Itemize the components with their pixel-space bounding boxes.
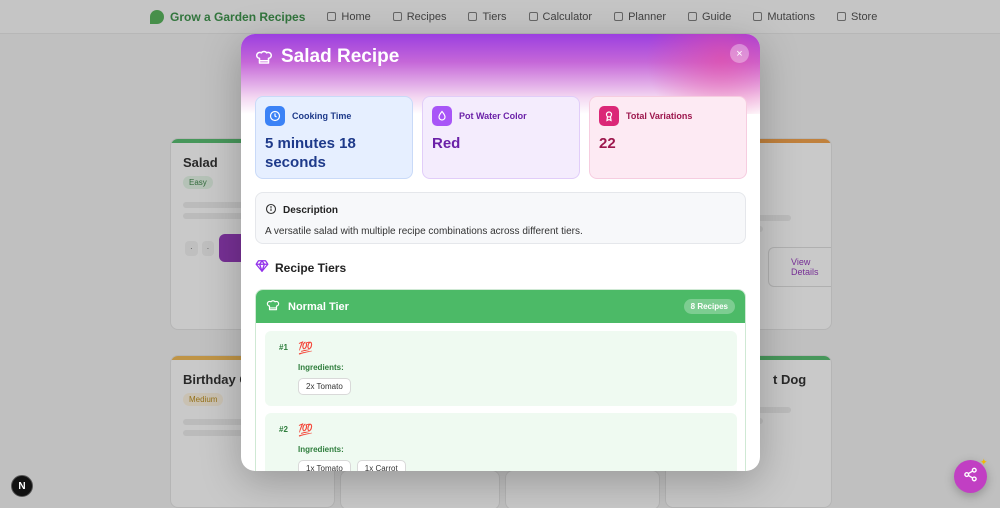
modal-title: Salad Recipe	[255, 46, 399, 68]
recipe-count-badge: 8 Recipes	[683, 299, 735, 314]
hundred-points-icon: 💯	[298, 423, 313, 437]
close-button[interactable]: ×	[730, 44, 749, 63]
total-variations-value: 22	[599, 135, 616, 152]
chef-hat-icon	[266, 298, 280, 315]
description-heading: Description	[283, 205, 339, 216]
description-box: Description A versatile salad with multi…	[255, 192, 746, 244]
cooking-time-value: 5 minutes 18 seconds	[265, 135, 356, 171]
recipe-item: #1 💯 Ingredients: 2x Tomato	[265, 331, 737, 406]
modal-title-text: Salad Recipe	[281, 46, 400, 67]
sparkle-icon: ✦	[980, 457, 988, 467]
cooking-time-card: Cooking Time 5 minutes 18 seconds	[255, 96, 413, 179]
hundred-points-icon: 💯	[298, 341, 313, 355]
pot-water-color-card: Pot Water Color Red	[422, 96, 580, 179]
ingredient-pill: 2x Tomato	[298, 378, 351, 395]
info-icon	[265, 203, 277, 218]
ingredients-label: Ingredients:	[298, 363, 344, 372]
pot-water-color-label: Pot Water Color	[459, 111, 527, 121]
gem-icon	[255, 259, 269, 276]
total-variations-label: Total Variations	[626, 111, 693, 121]
recipe-number: #1	[279, 343, 288, 352]
tier-header[interactable]: Normal Tier 8 Recipes	[256, 290, 745, 323]
recipe-tiers-heading: Recipe Tiers	[255, 259, 346, 276]
close-icon: ×	[736, 47, 743, 60]
recipe-modal: Salad Recipe × Cooking Time 5 minutes 18…	[241, 34, 760, 471]
chef-hat-icon	[255, 48, 273, 66]
next-dev-indicator-button[interactable]: N	[11, 475, 33, 497]
ingredient-pill: 1x Carrot	[356, 460, 406, 471]
droplet-icon	[432, 106, 452, 126]
pot-water-color-value: Red	[432, 135, 461, 152]
share-icon	[963, 467, 978, 487]
ingredient-pill: 1x Tomato	[298, 460, 351, 471]
normal-tier-section: Normal Tier 8 Recipes #1 💯 Ingredients: …	[255, 289, 746, 471]
cooking-time-label: Cooking Time	[292, 111, 352, 121]
tier-name: Normal Tier	[288, 300, 349, 313]
recipe-item: #2 💯 Ingredients: 1x Tomato 1x Carrot	[265, 413, 737, 471]
total-variations-card: Total Variations 22	[589, 96, 747, 179]
recipe-number: #2	[279, 425, 288, 434]
ingredients-label: Ingredients:	[298, 445, 344, 454]
award-icon	[599, 106, 619, 126]
description-text: A versatile salad with multiple recipe c…	[265, 226, 583, 237]
clock-icon	[265, 106, 285, 126]
